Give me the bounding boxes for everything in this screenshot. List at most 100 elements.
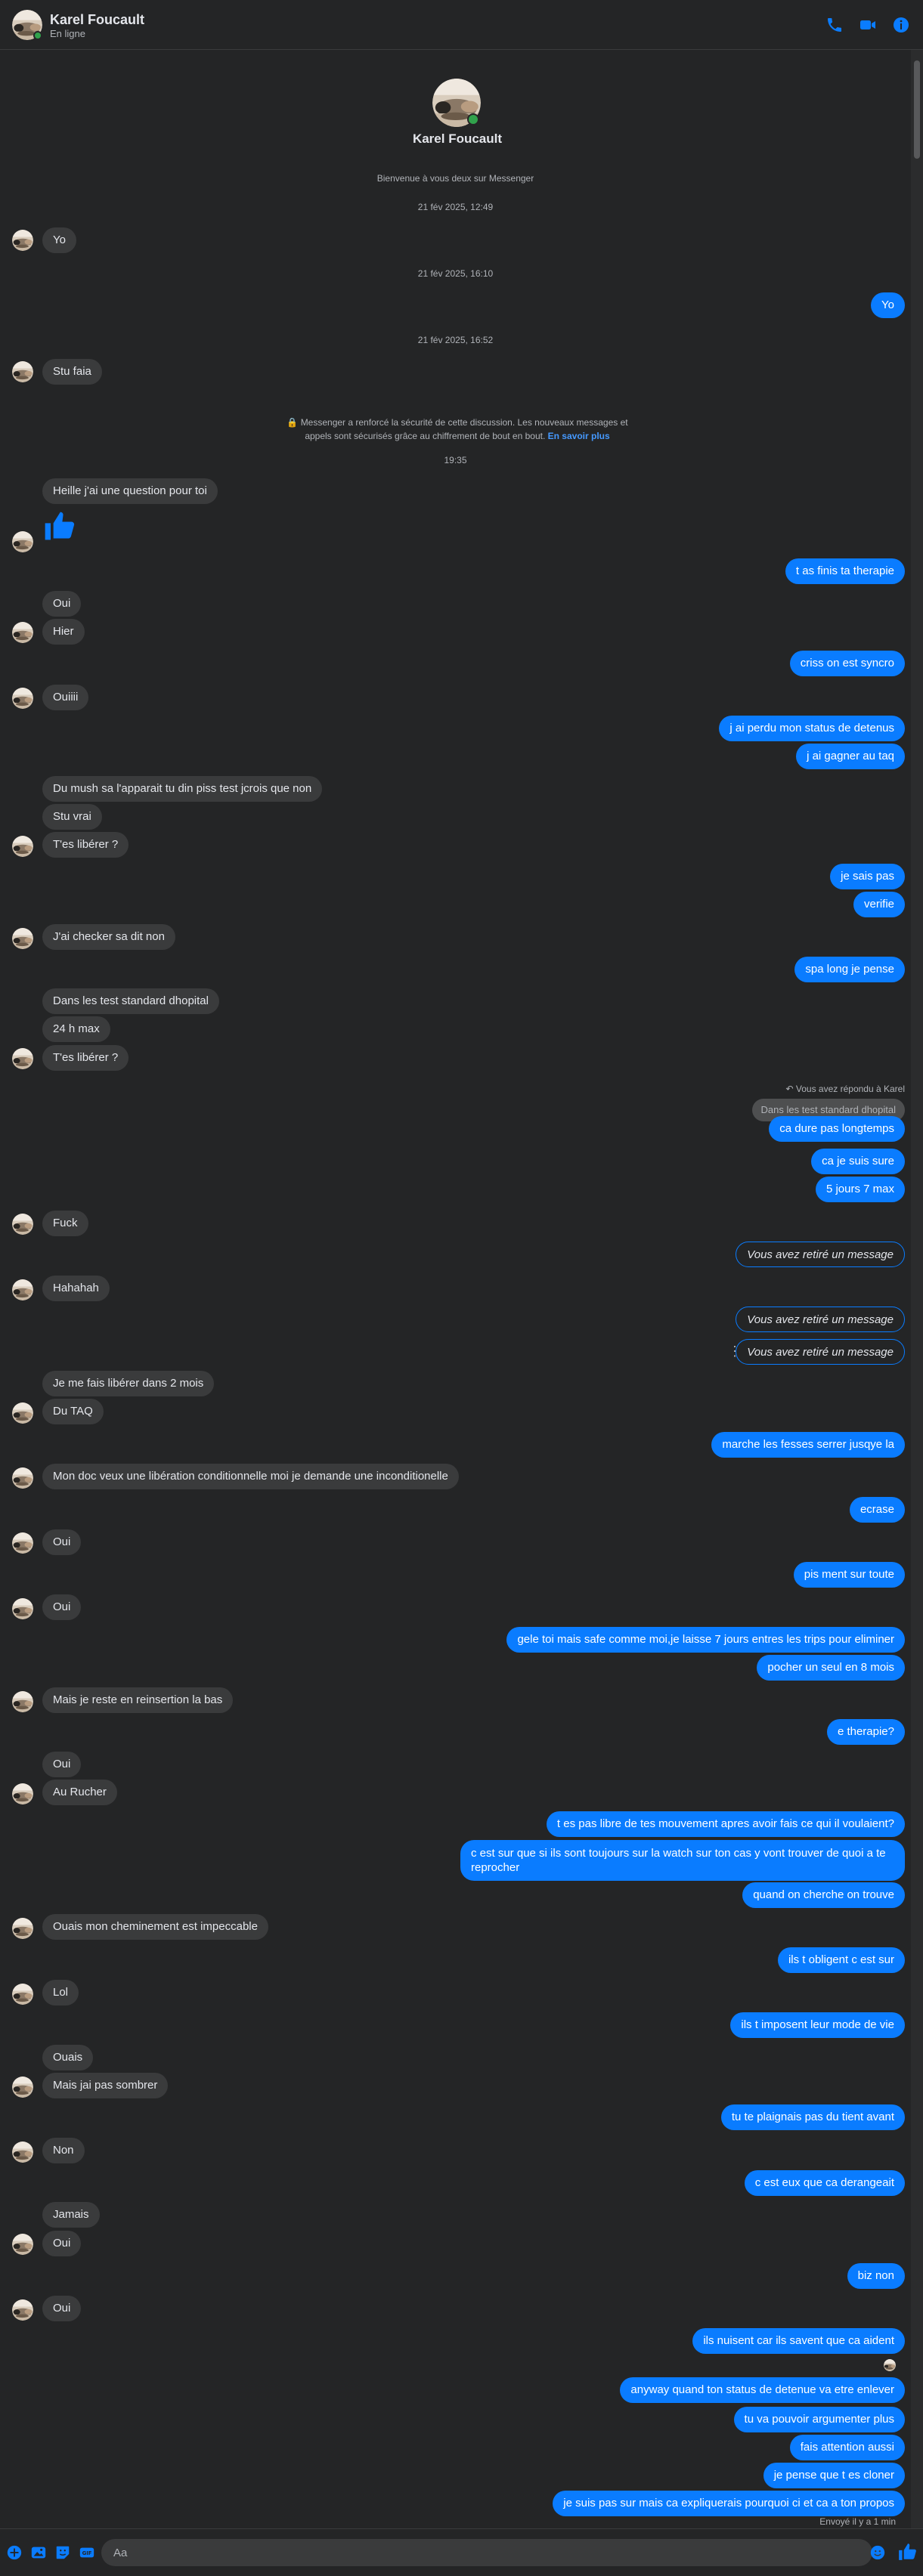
outgoing-message[interactable]: ils t obligent c est sur (777, 1947, 905, 1973)
outgoing-message[interactable]: t es pas libre de tes mouvement apres av… (546, 1811, 905, 1837)
outgoing-message[interactable]: fais attention aussi (789, 2435, 905, 2460)
incoming-message[interactable]: T'es libérer ? (42, 832, 129, 858)
contact-avatar-small[interactable] (12, 836, 33, 857)
contact-avatar-small[interactable] (12, 622, 33, 643)
sticker-icon[interactable] (54, 2544, 71, 2561)
incoming-message[interactable]: Oui (42, 2296, 82, 2321)
incoming-message[interactable]: Fuck (42, 1211, 88, 1236)
outgoing-message[interactable]: c est eux que ca derangeait (744, 2170, 905, 2196)
outgoing-message[interactable]: ils nuisent car ils savent que ca aident (692, 2328, 905, 2354)
incoming-message[interactable]: Lol (42, 1980, 79, 2005)
incoming-message[interactable]: Du TAQ (42, 1399, 104, 1424)
contact-avatar[interactable] (12, 10, 42, 40)
incoming-message[interactable]: 24 h max (42, 1016, 110, 1042)
incoming-message[interactable]: Ouais (42, 2045, 94, 2070)
incoming-message[interactable]: Du mush sa l'apparait tu din piss test j… (42, 776, 323, 802)
outgoing-message[interactable]: ils t imposent leur mode de vie (730, 2012, 905, 2038)
contact-avatar-small[interactable] (12, 1048, 33, 1069)
incoming-message[interactable]: Oui (42, 591, 82, 617)
contact-avatar-small[interactable] (12, 1402, 33, 1424)
contact-avatar-small[interactable] (12, 2142, 33, 2163)
outgoing-message[interactable]: t as finis ta therapie (785, 558, 905, 584)
contact-avatar-small[interactable] (12, 1532, 33, 1554)
incoming-message[interactable]: Ouiiii (42, 685, 89, 710)
contact-avatar-small[interactable] (12, 531, 33, 552)
incoming-message[interactable]: Ouais mon cheminement est impeccable (42, 1914, 268, 1940)
contact-avatar-small[interactable] (12, 1691, 33, 1712)
outgoing-message[interactable]: e therapie? (826, 1719, 905, 1745)
outgoing-message[interactable]: 5 jours 7 max (815, 1177, 905, 1202)
incoming-message[interactable]: Mais jai pas sombrer (42, 2073, 169, 2098)
outgoing-message[interactable]: Yo (871, 292, 905, 318)
message-input[interactable] (101, 2539, 872, 2566)
intro-avatar[interactable] (432, 79, 481, 127)
outgoing-message[interactable]: anyway quand ton status de detenue va et… (620, 2377, 905, 2403)
learn-more-link[interactable]: En savoir plus (548, 431, 610, 441)
incoming-message[interactable]: Heille j'ai une question pour toi (42, 478, 218, 504)
incoming-message[interactable]: Oui (42, 1594, 82, 1620)
outgoing-message[interactable]: j ai perdu mon status de detenus (719, 716, 905, 741)
scrollbar[interactable] (911, 50, 923, 2528)
scrollbar-thumb[interactable] (914, 60, 920, 159)
outgoing-message[interactable]: biz non (847, 2263, 905, 2289)
outgoing-message[interactable]: c est sur que si ils sont toujours sur l… (460, 1840, 905, 1881)
outgoing-message[interactable]: j ai gagner au taq (796, 744, 905, 769)
contact-avatar-small[interactable] (12, 1467, 33, 1489)
contact-avatar-small[interactable] (12, 1598, 33, 1619)
outgoing-message[interactable]: marche les fesses serrer jusqye la (711, 1432, 905, 1458)
outgoing-message[interactable]: criss on est syncro (789, 651, 905, 676)
incoming-message[interactable]: Oui (42, 2231, 82, 2256)
outgoing-message[interactable]: je suis pas sur mais ca expliquerais pou… (553, 2491, 905, 2516)
outgoing-message[interactable]: tu va pouvoir argumenter plus (733, 2407, 905, 2432)
outgoing-message[interactable]: quand on cherche on trouve (742, 1882, 905, 1908)
incoming-message[interactable]: Non (42, 2138, 85, 2163)
contact-avatar-small[interactable] (12, 688, 33, 709)
incoming-message[interactable]: Mon doc veux une libération conditionnel… (42, 1464, 459, 1489)
emoji-icon[interactable] (869, 2544, 886, 2561)
info-icon[interactable] (892, 16, 910, 34)
outgoing-message[interactable]: verifie (853, 892, 905, 917)
incoming-message[interactable]: Yo (42, 227, 76, 253)
phone-icon[interactable] (825, 16, 844, 34)
incoming-message[interactable]: Dans les test standard dhopital (42, 988, 219, 1014)
incoming-message[interactable]: J'ai checker sa dit non (42, 924, 175, 950)
contact-avatar-small[interactable] (12, 1783, 33, 1804)
outgoing-message[interactable]: ca je suis sure (811, 1149, 905, 1174)
outgoing-message[interactable]: ca dure pas longtemps (769, 1116, 905, 1142)
outgoing-message[interactable]: tu te plaignais pas du tient avant (720, 2104, 905, 2130)
like-icon[interactable] (897, 2542, 917, 2562)
incoming-message[interactable]: Oui (42, 1529, 82, 1555)
contact-avatar-small[interactable] (12, 2077, 33, 2098)
outgoing-message[interactable]: gele toi mais safe comme moi,je laisse 7… (506, 1627, 905, 1653)
contact-avatar-small[interactable] (12, 928, 33, 949)
incoming-message[interactable]: Oui (42, 1752, 82, 1777)
outgoing-message[interactable]: pis ment sur toute (793, 1562, 905, 1588)
incoming-message[interactable]: Jamais (42, 2202, 100, 2228)
outgoing-message[interactable]: je pense que t es cloner (763, 2463, 905, 2488)
incoming-message[interactable]: Au Rucher (42, 1780, 117, 1805)
contact-avatar-small[interactable] (12, 1984, 33, 2005)
contact-avatar-small[interactable] (12, 2299, 33, 2321)
contact-name[interactable]: Karel Foucault (50, 12, 144, 28)
outgoing-message[interactable]: pocher un seul en 8 mois (757, 1655, 905, 1681)
incoming-message[interactable]: Hier (42, 619, 85, 645)
incoming-message[interactable]: Mais je reste en reinsertion la bas (42, 1687, 234, 1713)
gif-icon[interactable]: GIF (79, 2544, 95, 2561)
incoming-message[interactable]: Stu faia (42, 359, 102, 385)
contact-avatar-small[interactable] (12, 1279, 33, 1300)
contact-avatar-small[interactable] (12, 1214, 33, 1235)
outgoing-message[interactable]: spa long je pense (794, 957, 905, 982)
incoming-message[interactable]: T'es libérer ? (42, 1045, 129, 1071)
contact-avatar-small[interactable] (12, 2234, 33, 2255)
contact-avatar-small[interactable] (12, 361, 33, 382)
incoming-message[interactable]: Hahahah (42, 1276, 110, 1301)
outgoing-message[interactable]: je sais pas (830, 864, 905, 889)
plus-circle-icon[interactable] (6, 2544, 23, 2561)
incoming-message[interactable]: Je me fais libérer dans 2 mois (42, 1371, 215, 1396)
video-icon[interactable] (859, 16, 877, 34)
outgoing-message[interactable]: ecrase (849, 1497, 905, 1523)
contact-avatar-small[interactable] (12, 1918, 33, 1939)
contact-avatar-small[interactable] (12, 230, 33, 251)
photo-icon[interactable] (30, 2544, 47, 2561)
incoming-message[interactable]: Stu vrai (42, 804, 102, 830)
